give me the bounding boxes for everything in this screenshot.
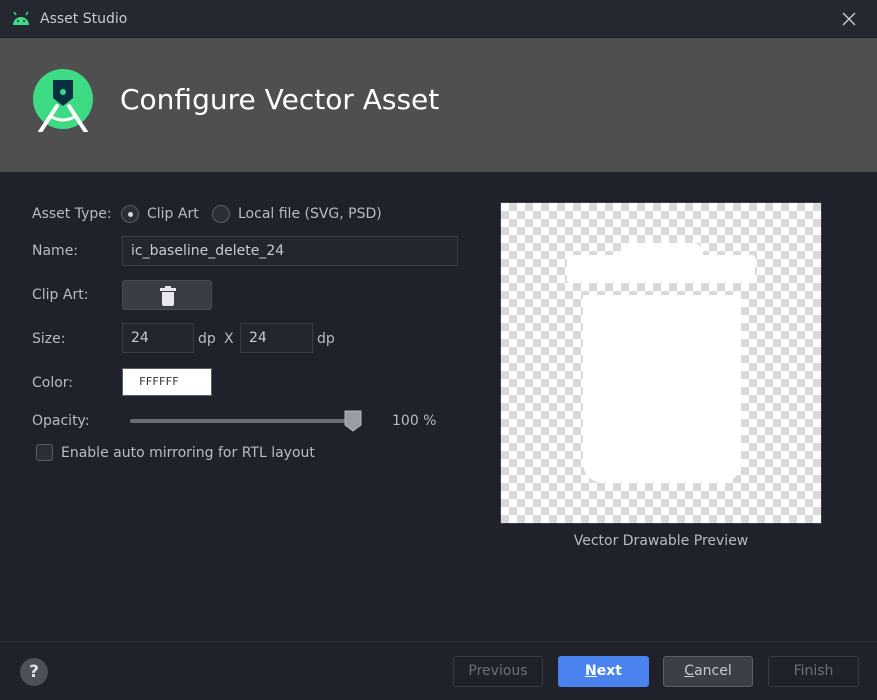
wizard-header: Configure Vector Asset	[0, 38, 877, 172]
radio-clip-art[interactable]	[121, 205, 139, 223]
asset-type-label: Asset Type:	[32, 206, 112, 222]
cancel-button-label: ancel	[694, 663, 732, 679]
android-studio-logo	[33, 69, 93, 132]
next-button-label: ext	[596, 663, 622, 679]
previous-button[interactable]: Previous	[453, 656, 543, 687]
close-icon[interactable]	[841, 11, 857, 27]
size-width-unit: dp	[198, 331, 216, 347]
size-width-input[interactable]: 24	[122, 323, 194, 353]
dialog-footer: ? Previous Next Cancel Finish	[0, 641, 877, 700]
opacity-slider-thumb[interactable]	[344, 410, 362, 432]
delete-icon	[160, 286, 176, 306]
clip-art-button[interactable]	[122, 280, 212, 310]
size-label: Size:	[32, 331, 66, 347]
android-icon	[13, 11, 29, 25]
clip-art-label: Clip Art:	[32, 287, 89, 303]
opacity-label: Opacity:	[32, 413, 90, 429]
color-label: Color:	[32, 375, 74, 391]
title-bar: Asset Studio	[0, 0, 877, 38]
page-title: Configure Vector Asset	[120, 83, 440, 116]
preview-caption: Vector Drawable Preview	[573, 533, 749, 549]
radio-local-file-label[interactable]: Local file (SVG, PSD)	[238, 206, 382, 222]
rtl-mirroring-label[interactable]: Enable auto mirroring for RTL layout	[61, 445, 315, 461]
name-label: Name:	[32, 243, 79, 259]
window-title: Asset Studio	[40, 11, 128, 27]
size-separator: X	[224, 331, 234, 347]
cancel-button[interactable]: Cancel	[663, 656, 753, 687]
radio-local-file[interactable]	[212, 205, 230, 223]
size-height-input[interactable]: 24	[240, 323, 313, 353]
color-picker[interactable]: FFFFFF	[122, 368, 212, 396]
size-height-unit: dp	[317, 331, 335, 347]
help-button[interactable]: ?	[20, 658, 48, 686]
next-button-mnemonic: N	[585, 663, 597, 679]
radio-clip-art-label[interactable]: Clip Art	[147, 206, 199, 222]
rtl-mirroring-checkbox[interactable]	[36, 444, 53, 461]
opacity-value: 100 %	[392, 413, 437, 429]
finish-button[interactable]: Finish	[768, 656, 859, 687]
name-input[interactable]: ic_baseline_delete_24	[122, 236, 458, 266]
vector-preview	[500, 202, 822, 524]
cancel-button-mnemonic: C	[684, 663, 695, 679]
opacity-slider-track[interactable]	[130, 419, 354, 423]
delete-icon	[567, 243, 755, 483]
next-button[interactable]: Next	[558, 656, 649, 687]
main-content: Asset Type: Clip Art Local file (SVG, PS…	[0, 172, 877, 641]
